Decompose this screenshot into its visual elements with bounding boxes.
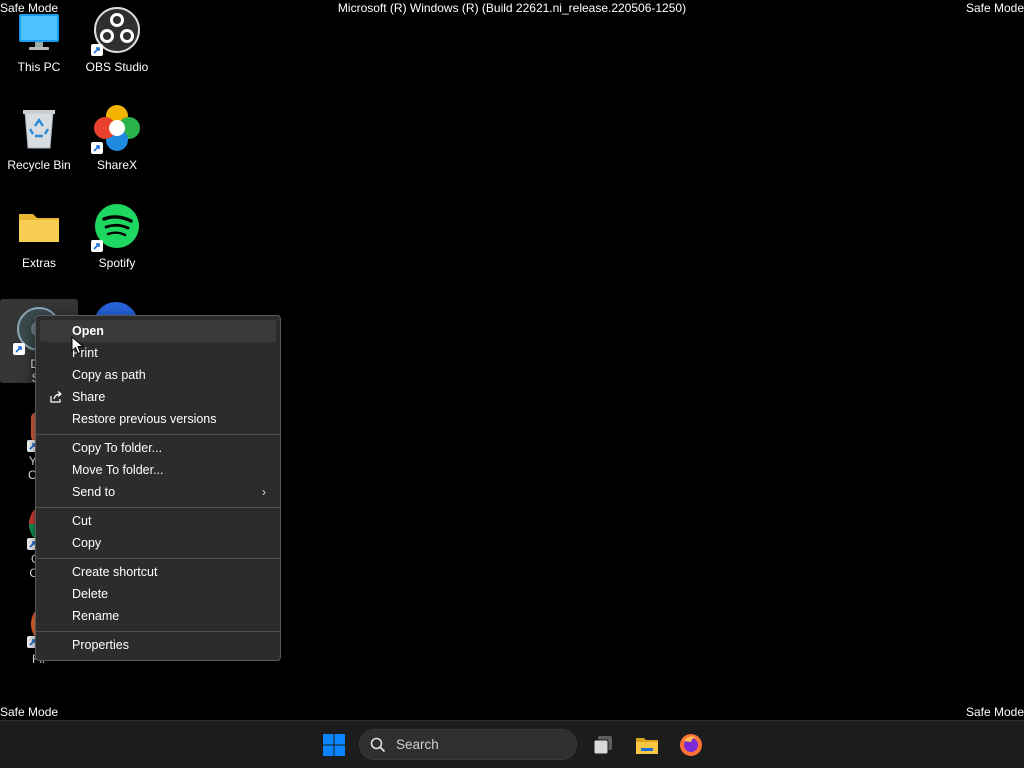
menu-item-properties[interactable]: Properties bbox=[40, 634, 276, 656]
desktop-icon-partial-blue[interactable] bbox=[94, 302, 138, 316]
share-icon bbox=[49, 390, 63, 404]
menu-item-delete[interactable]: Delete bbox=[40, 583, 276, 605]
obs-studio-icon bbox=[91, 6, 141, 56]
menu-item-label: Properties bbox=[72, 638, 129, 652]
menu-item-label: Create shortcut bbox=[72, 565, 158, 579]
desktop-icon-label: This PC bbox=[17, 60, 61, 74]
menu-separator bbox=[36, 558, 280, 559]
safe-mode-label-bottom-right: Safe Mode bbox=[965, 705, 1024, 719]
menu-item-label: Copy as path bbox=[72, 368, 146, 382]
app-icon bbox=[95, 302, 137, 316]
safe-mode-label-bottom-left: Safe Mode bbox=[0, 705, 59, 719]
menu-item-label: Delete bbox=[72, 587, 109, 601]
menu-item-label: Copy To folder... bbox=[72, 441, 163, 455]
task-view-icon[interactable] bbox=[591, 733, 615, 757]
taskbar-search-box[interactable]: Search bbox=[359, 729, 577, 760]
folder-icon bbox=[15, 202, 63, 250]
menu-separator bbox=[36, 631, 280, 632]
desktop-icon-label: Extras bbox=[21, 256, 56, 270]
shortcut-arrow-icon bbox=[91, 44, 103, 56]
menu-item-label: Rename bbox=[72, 609, 120, 623]
menu-item-move-to-folder[interactable]: Move To folder... bbox=[40, 459, 276, 481]
menu-item-label: Copy bbox=[72, 536, 102, 550]
menu-item-label: Restore previous versions bbox=[72, 412, 217, 426]
menu-item-copy-as-path[interactable]: Copy as path bbox=[40, 364, 276, 386]
menu-item-cut[interactable]: Cut bbox=[40, 510, 276, 532]
recycle-bin-icon bbox=[15, 104, 63, 152]
chevron-right-icon: › bbox=[262, 485, 266, 499]
firefox-icon[interactable] bbox=[679, 733, 703, 757]
desktop-icon-extras[interactable]: Extras bbox=[0, 196, 78, 282]
mouse-cursor-icon bbox=[71, 335, 85, 356]
desktop-icon-recycle-bin[interactable]: Recycle Bin bbox=[0, 98, 78, 184]
sharex-icon bbox=[91, 104, 141, 154]
search-placeholder: Search bbox=[396, 737, 439, 752]
menu-separator bbox=[36, 507, 280, 508]
desktop-icon-spotify[interactable]: Spotify bbox=[78, 196, 156, 282]
desktop-icon-label: OBS Studio bbox=[85, 60, 149, 74]
spotify-icon bbox=[91, 202, 141, 252]
desktop-icon-label: Recycle Bin bbox=[7, 158, 71, 172]
menu-item-create-shortcut[interactable]: Create shortcut bbox=[40, 561, 276, 583]
menu-item-label: Cut bbox=[72, 514, 92, 528]
shortcut-arrow-icon bbox=[13, 343, 25, 355]
file-explorer-icon[interactable] bbox=[635, 733, 659, 757]
menu-separator bbox=[36, 434, 280, 435]
monitor-icon bbox=[15, 6, 63, 54]
menu-item-label: Send to bbox=[72, 485, 116, 499]
desktop-icon-label: Spotify bbox=[98, 256, 136, 270]
shortcut-arrow-icon bbox=[91, 240, 103, 252]
menu-item-share[interactable]: Share bbox=[40, 386, 276, 408]
menu-item-copy-to-folder[interactable]: Copy To folder... bbox=[40, 437, 276, 459]
menu-item-send-to[interactable]: Send to › bbox=[40, 481, 276, 503]
safe-mode-label-top-right: Safe Mode bbox=[965, 1, 1024, 15]
menu-item-rename[interactable]: Rename bbox=[40, 605, 276, 627]
menu-item-restore-previous-versions[interactable]: Restore previous versions bbox=[40, 408, 276, 430]
windows-start-icon[interactable] bbox=[322, 733, 346, 757]
menu-item-label: Move To folder... bbox=[72, 463, 164, 477]
desktop-icon-this-pc[interactable]: This PC bbox=[0, 0, 78, 86]
desktop[interactable]: Safe Mode Microsoft (R) Windows (R) (Bui… bbox=[0, 0, 1024, 720]
taskbar: Search bbox=[0, 720, 1024, 768]
menu-item-copy[interactable]: Copy bbox=[40, 532, 276, 554]
context-menu: Open Print Copy as path Share Restore pr… bbox=[35, 315, 281, 661]
shortcut-arrow-icon bbox=[91, 142, 103, 154]
search-icon bbox=[370, 737, 386, 753]
desktop-icon-label: ShareX bbox=[96, 158, 138, 172]
desktop-icon-sharex[interactable]: ShareX bbox=[78, 98, 156, 184]
menu-item-label: Share bbox=[72, 390, 106, 404]
desktop-icon-obs-studio[interactable]: OBS Studio bbox=[78, 0, 156, 86]
